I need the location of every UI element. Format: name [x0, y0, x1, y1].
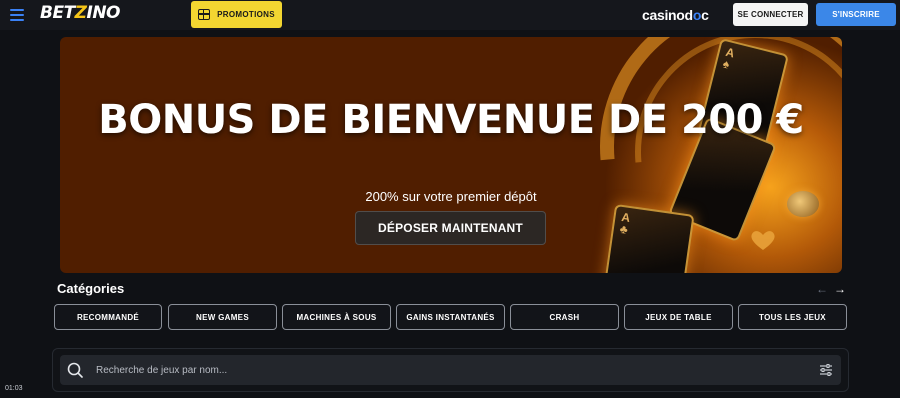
promotions-button[interactable]: PROMOTIONS: [191, 1, 282, 28]
logo-text-suffix: INO: [86, 3, 121, 23]
categories-heading: Catégories: [57, 281, 125, 296]
system-clock: 01:03: [5, 385, 23, 392]
partner-logo-accent: o: [692, 7, 702, 23]
category-recommended[interactable]: RECOMMANDÉ: [54, 304, 162, 330]
category-all-games[interactable]: TOUS LES JEUX: [738, 304, 847, 330]
logo-text-z: Z: [74, 3, 87, 23]
arrow-right-icon[interactable]: →: [833, 282, 847, 296]
gift-icon: [198, 9, 211, 20]
arrow-left-icon[interactable]: ←: [815, 282, 829, 296]
category-new-games[interactable]: NEW GAMES: [168, 304, 277, 330]
filter-sliders-icon[interactable]: [819, 363, 833, 377]
partner-logo-prefix: casinod: [642, 7, 693, 23]
playing-card-ace-clubs: A ♣: [601, 203, 695, 273]
heart-suit-icon: [751, 231, 775, 250]
promotions-label: PROMOTIONS: [217, 10, 275, 19]
welcome-bonus-banner: A ♠ A ♣ BONUS DE BIENVENUE DE 200 € 200% s…: [60, 37, 842, 273]
hero-title: BONUS DE BIENVENUE DE 200 €: [98, 97, 804, 143]
deposit-now-button[interactable]: DÉPOSER MAINTENANT: [355, 211, 546, 245]
search-icon[interactable]: [67, 362, 83, 378]
category-slots[interactable]: MACHINES À SOUS: [282, 304, 391, 330]
category-crash[interactable]: CRASH: [510, 304, 619, 330]
category-table-games[interactable]: JEUX DE TABLE: [624, 304, 733, 330]
logo-text-prefix: BET: [40, 3, 75, 23]
login-button[interactable]: SE CONNECTER: [733, 3, 808, 26]
site-logo[interactable]: BETZINO: [40, 3, 121, 23]
signup-button[interactable]: S'INSCRIRE: [816, 3, 896, 26]
category-instant-wins[interactable]: GAINS INSTANTANÉS: [396, 304, 505, 330]
search-input[interactable]: [96, 361, 796, 379]
hamburger-menu-icon[interactable]: [9, 7, 25, 23]
top-navigation-bar: BETZINO PROMOTIONS casinodoc SE CONNECTE…: [0, 0, 900, 30]
partner-logo: casinodoc: [642, 7, 709, 23]
hero-subtitle: 200% sur votre premier dépôt: [365, 189, 537, 204]
partner-logo-suffix: c: [701, 7, 709, 23]
